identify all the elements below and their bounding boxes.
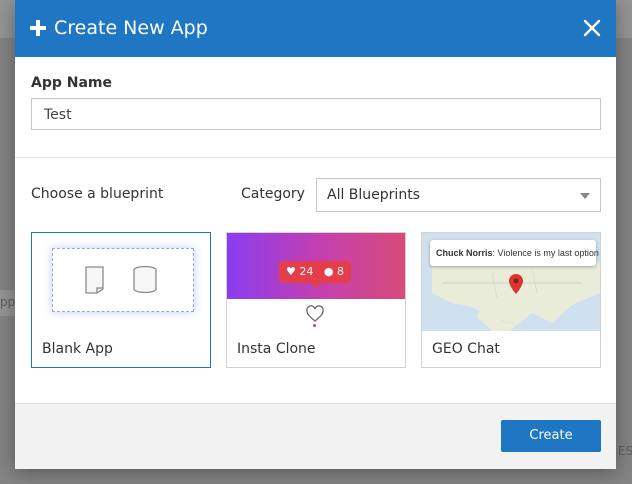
geo-chat-preview: Chuck Norris: Violence is my last option (422, 233, 600, 331)
followers-count: 8 (336, 265, 344, 278)
chat-tooltip: Chuck Norris: Violence is my last option (430, 240, 599, 266)
close-icon[interactable] (582, 18, 602, 38)
choose-blueprint-label: Choose a blueprint (31, 186, 164, 202)
app-name-label: App Name (31, 75, 112, 91)
notification-bubble: ♥ 24 ● 8 (279, 261, 351, 288)
file-icon (85, 266, 104, 294)
app-name-input[interactable]: Test (31, 98, 601, 130)
blueprint-label: GEO Chat (432, 341, 500, 357)
blueprint-card-insta-clone[interactable]: ♥ 24 ● 8 Insta Clone (226, 232, 406, 368)
category-label: Category (241, 186, 305, 202)
chevron-down-icon (580, 193, 590, 199)
heart-icon: ♥ (286, 265, 296, 278)
map-image: Chuck Norris: Violence is my last option (422, 233, 600, 331)
insta-clone-preview: ♥ 24 ● 8 (227, 233, 405, 331)
blueprint-label: Insta Clone (237, 341, 316, 357)
blank-app-frame (52, 248, 194, 312)
create-button[interactable]: Create (501, 420, 601, 452)
category-select[interactable]: All Blueprints (316, 178, 601, 212)
create-app-dialog: Create New App App Name Test Choose a bl… (15, 0, 616, 469)
blueprint-label: Blank App (42, 341, 113, 357)
dialog-footer: Create (15, 403, 616, 469)
map-pin-icon (509, 274, 523, 294)
notification-dot (313, 324, 316, 327)
section-divider (15, 157, 616, 158)
likes-count: 24 (299, 265, 314, 278)
blank-app-preview (32, 233, 210, 331)
plus-icon (28, 18, 48, 38)
chat-username: Chuck Norris (436, 248, 493, 258)
blueprint-card-geo-chat[interactable]: Chuck Norris: Violence is my last option… (421, 232, 601, 368)
dialog-header: Create New App (15, 0, 616, 57)
dialog-title: Create New App (54, 17, 208, 39)
database-icon (133, 265, 157, 294)
chat-message: : Violence is my last option (492, 248, 599, 258)
heart-outline-icon (306, 305, 324, 322)
blueprint-card-blank-app[interactable]: Blank App (31, 232, 211, 368)
category-select-value: All Blueprints (327, 187, 420, 203)
user-icon: ● (323, 265, 334, 278)
